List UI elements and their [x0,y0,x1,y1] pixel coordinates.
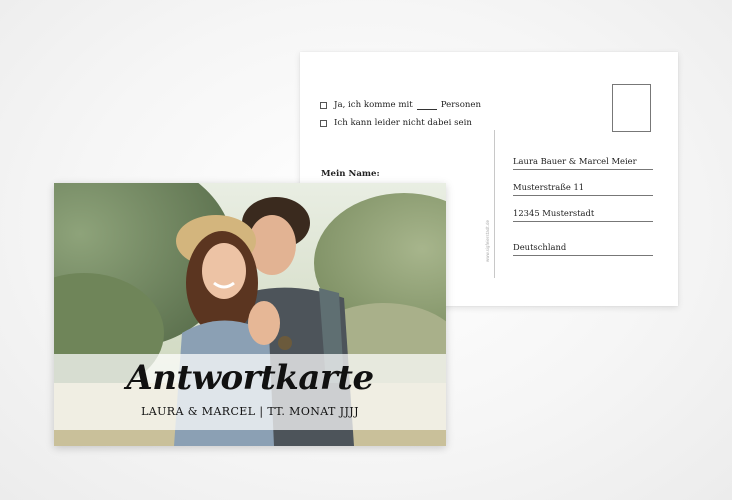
address-country: Deutschland [513,242,653,256]
stamp-box [612,84,651,132]
attending-checkbox[interactable] [320,101,327,109]
reply-card-front: Antwortkarte LAURA & MARCEL | TT. MONAT … [54,183,446,446]
declining-label: Ich kann leider nicht dabei sein [334,118,472,128]
card-title: Antwortkarte [126,358,374,398]
card-subtitle: LAURA & MARCEL | TT. MONAT JJJJ [141,405,359,418]
name-label: Mein Name: [321,169,380,179]
vertical-url: www.sigfeierstadt.de [485,219,490,262]
declining-checkbox[interactable] [320,119,327,127]
guest-count-blank [416,101,437,110]
option-attending: Ja, ich komme mit Personen [320,100,481,110]
attending-label-suffix: Personen [440,100,482,110]
option-declining: Ich kann leider nicht dabei sein [320,118,472,128]
address-name: Laura Bauer & Marcel Meier [513,156,653,170]
card-divider [494,130,495,278]
attending-label-prefix: Ja, ich komme mit [334,100,413,110]
address-street: Musterstraße 11 [513,182,653,196]
address-city: 12345 Musterstadt [513,208,653,222]
